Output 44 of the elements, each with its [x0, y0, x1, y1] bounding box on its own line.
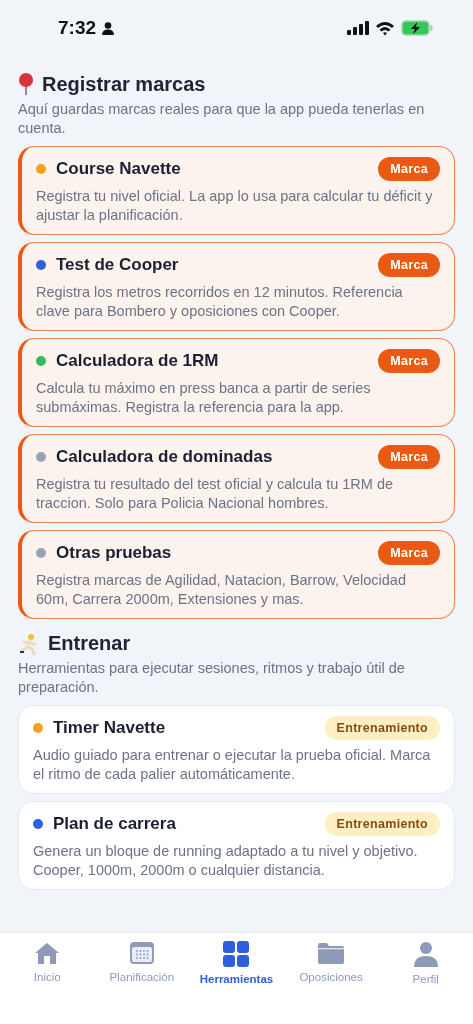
- pin-icon: [18, 72, 34, 96]
- person-icon: [102, 21, 115, 35]
- card-title: Timer Navette: [53, 718, 166, 738]
- card-description: Registra marcas de Agilidad, Natacion, Barrow, Velocidad 60m, Carrera 2000m, Extensiones y mas.: [36, 571, 407, 608]
- wifi-icon: [375, 20, 395, 36]
- folder-icon: [317, 941, 346, 965]
- tab-bar-item[interactable]: Herramientas: [191, 941, 282, 1024]
- card-title: Course Navette: [56, 159, 181, 179]
- person-icon: [412, 941, 439, 967]
- category-badge: Marca: [378, 253, 440, 277]
- category-badge: Entrenamiento: [324, 812, 440, 836]
- tool-card[interactable]: Calculadora de dominadas Marca Registra tu resultado del test oficial y calcula tu 1RM de traccion. Solo para Policia Nacional hombres.: [18, 434, 455, 523]
- home-icon: [34, 941, 61, 965]
- category-badge: Marca: [378, 541, 440, 565]
- section-title: Registrar marcas: [42, 72, 206, 96]
- section-title: Entrenar: [48, 632, 131, 655]
- card-description: Registra los metros recorridos en 12 minutos. Referencia clave para Bombero y oposiciones con Cooper.: [36, 283, 404, 320]
- card-title: Calculadora de 1RM: [56, 351, 219, 371]
- category-badge: Entrenamiento: [324, 716, 440, 740]
- battery-charging-icon: [401, 20, 433, 36]
- category-badge: Marca: [378, 157, 440, 181]
- signal-icon: [347, 21, 369, 35]
- card-title: Test de Cooper: [56, 255, 179, 275]
- card-description: Registra tu nivel oficial. La app lo usa para calcular tu déficit y ajustar la planificación.: [36, 187, 434, 224]
- card-title: Otras pruebas: [56, 543, 172, 563]
- category-badge: Marca: [378, 445, 440, 469]
- section-description: Aquí guardas marcas reales para que la app pueda tenerlas en cuenta.: [18, 100, 426, 138]
- section-description: Herramientas para ejecutar sesiones, ritmos y trabajo útil de preparación.: [18, 659, 406, 697]
- tool-card[interactable]: Otras pruebas Marca Registra marcas de Agilidad, Natacion, Barrow, Velocidad 60m, Carrera 2000m, Extensiones y mas.: [18, 530, 455, 619]
- status-time: 7:32: [58, 17, 97, 39]
- card-description: Registra tu resultado del test oficial y calcula tu 1RM de traccion. Solo para Policia Nacional hombres.: [36, 475, 395, 512]
- grid-icon: [223, 941, 250, 967]
- tool-card[interactable]: Timer Navette Entrenamiento Audio guiado para entrenar o ejecutar la prueba oficial. Marca el ritmo de cada palier automáticamente.: [18, 705, 455, 794]
- card-description: Calcula tu máximo en press banca a partir de series submáximas. Registra la referencia para la app.: [36, 379, 372, 416]
- category-badge: Marca: [378, 349, 440, 373]
- tool-card[interactable]: Course Navette Marca Registra tu nivel oficial. La app lo usa para calcular tu déficit y ajustar la planificación.: [18, 146, 455, 235]
- card-title: Calculadora de dominadas: [56, 447, 273, 467]
- card-title: Plan de carrera: [53, 814, 176, 834]
- calendar-icon: [128, 941, 155, 965]
- tool-card[interactable]: Test de Cooper Marca Registra los metros recorridos en 12 minutos. Referencia clave para Bombero y oposiciones con Cooper.: [18, 242, 455, 331]
- card-description: Genera un bloque de running adaptado a tu nivel y objetivo. Cooper, 1000m, 2000m o cualquier distancia.: [33, 842, 419, 879]
- tool-card[interactable]: Plan de carrera Entrenamiento Genera un bloque de running adaptado a tu nivel y objetivo. Cooper, 1000m, 2000m o cualquier distancia.: [18, 801, 455, 890]
- tool-card[interactable]: Calculadora de 1RM Marca Calcula tu máximo en press banca a partir de series submáximas. Registra la referencia para la app.: [18, 338, 455, 427]
- card-description: Audio guiado para entrenar o ejecutar la prueba oficial. Marca el ritmo de cada palier automáticamente.: [33, 746, 432, 783]
